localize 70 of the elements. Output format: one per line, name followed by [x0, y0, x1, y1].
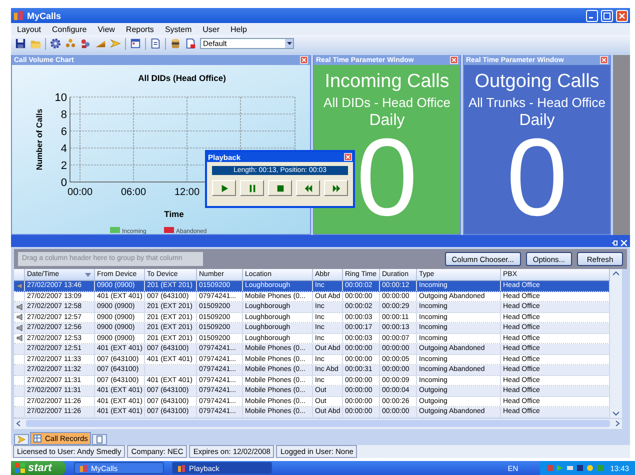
y-tick-label: 0 [60, 177, 67, 189]
maximize-icon [603, 12, 611, 20]
app-icon [79, 464, 88, 472]
maximize-button[interactable] [601, 10, 613, 22]
y-tick-label: 10 [54, 92, 67, 104]
y-tick-label: 4 [60, 143, 67, 155]
tab[interactable] [92, 434, 107, 445]
close-button[interactable] [616, 10, 628, 22]
menu-item[interactable]: Layout [17, 24, 42, 34]
stop-button[interactable] [268, 180, 292, 196]
counter-period: Daily [369, 112, 405, 130]
fast-forward-icon [332, 184, 340, 192]
wedge-icon[interactable] [95, 38, 106, 49]
x-tick-label: 06:00 [120, 187, 146, 198]
document-icon[interactable] [185, 38, 196, 49]
play-button[interactable] [212, 180, 236, 196]
counter-scope: All Trunks - Head Office [468, 95, 606, 110]
sort-icon [85, 272, 91, 276]
play-icon [220, 184, 228, 192]
y-tick-label: 6 [60, 126, 67, 138]
x-tick-label: 12:00 [174, 187, 200, 198]
counter-heading: Incoming Calls [324, 71, 450, 93]
stop-icon [276, 184, 284, 192]
horizontal-scrollbar[interactable] [14, 418, 622, 428]
y-tick-label: 8 [60, 109, 67, 121]
scroll-right-icon[interactable] [613, 419, 622, 428]
counter-heading: Outgoing Calls [474, 71, 600, 93]
forward-button[interactable] [324, 180, 348, 196]
app-icon [177, 464, 186, 472]
table-icon [33, 434, 42, 443]
windows-logo-icon [15, 463, 25, 473]
window-title: MyCalls [27, 10, 62, 20]
close-icon[interactable] [600, 56, 608, 64]
rewind-icon [304, 184, 312, 192]
document-icon [94, 435, 104, 444]
menu-item[interactable]: System [164, 24, 192, 34]
scroll-left-icon[interactable] [14, 419, 23, 428]
database-icon[interactable] [170, 38, 181, 49]
document-icon[interactable] [150, 38, 161, 49]
close-icon[interactable] [344, 153, 352, 161]
menu-item[interactable]: Configure [52, 24, 87, 34]
counter-period: Daily [519, 112, 555, 130]
pause-icon [248, 184, 256, 192]
x-axis-title: Time [164, 209, 184, 219]
menu-item[interactable]: User [202, 24, 220, 34]
floppy-icon[interactable] [15, 38, 26, 49]
app-icon [13, 10, 24, 21]
menu-item[interactable]: Reports [126, 24, 154, 34]
pin-icon[interactable] [612, 240, 618, 246]
rewind-button[interactable] [296, 180, 320, 196]
chart-title: All DIDs (Head Office) [138, 73, 226, 83]
pause-button[interactable] [240, 180, 264, 196]
y-tick-label: 2 [60, 160, 67, 172]
menu-item[interactable]: Help [230, 24, 247, 34]
caret-icon [286, 42, 292, 45]
counter-scope: All DIDs - Head Office [324, 95, 450, 110]
calendar-icon[interactable] [130, 38, 141, 49]
menu-item[interactable]: View [98, 24, 115, 34]
close-icon [618, 12, 626, 20]
start-button[interactable]: start [11, 461, 66, 475]
close-icon[interactable] [621, 240, 627, 246]
counter-value: 0 [506, 132, 568, 224]
gear-icon[interactable] [50, 38, 61, 49]
minimize-button[interactable] [586, 10, 598, 22]
vertical-scrollbar[interactable] [610, 269, 622, 418]
x-tick-label: 00:00 [67, 187, 93, 198]
close-icon[interactable] [300, 56, 308, 64]
y-axis-title: Number of Calls [35, 108, 44, 170]
close-icon[interactable] [450, 56, 458, 64]
counter-value: 0 [356, 132, 418, 224]
